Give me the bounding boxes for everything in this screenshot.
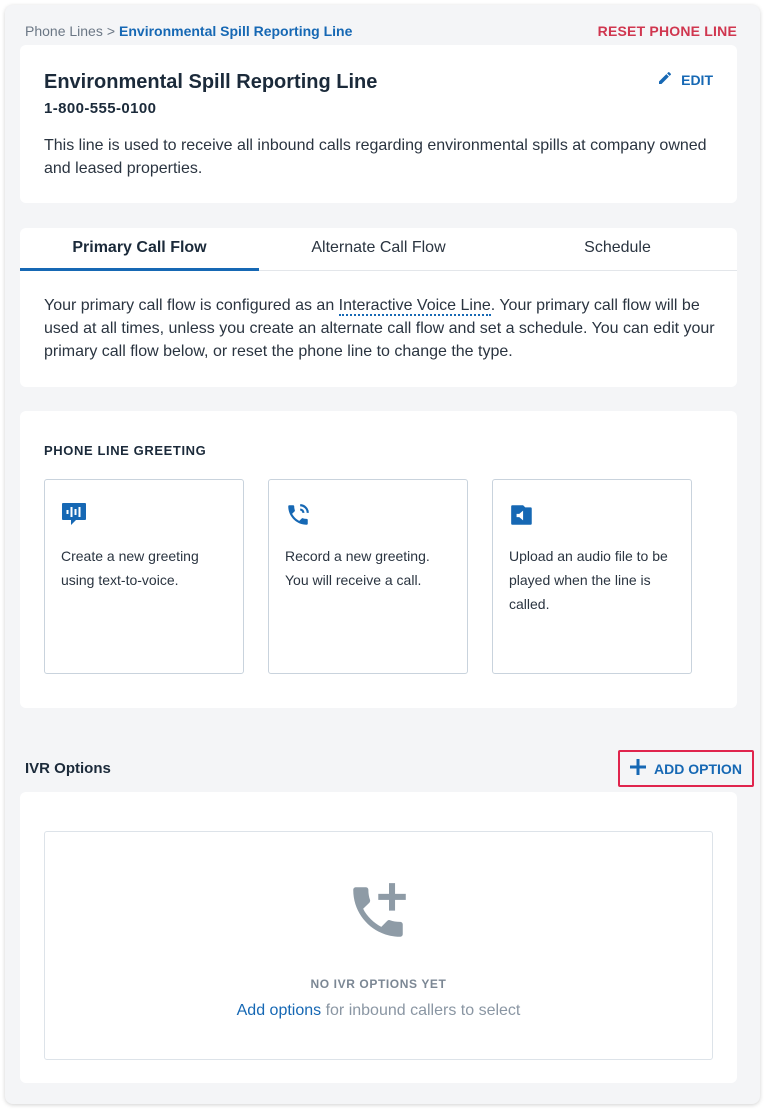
greeting-card: PHONE LINE GREETING Create a new greetin… [20,411,737,708]
interactive-voice-line-link[interactable]: Interactive Voice Line [338,297,491,316]
phone-number: 1-800-555-0100 [44,100,157,117]
phone-line-info-card: Environmental Spill Reporting Line 1-800… [20,45,737,203]
flow-desc-before: Your primary call flow is configured as … [44,297,339,314]
audio-file-icon [509,502,535,533]
ivr-section-label: IVR Options [25,760,111,777]
text-to-voice-icon [61,502,87,533]
ivr-empty-state: NO IVR OPTIONS YET Add options for inbou… [44,831,713,1060]
breadcrumb-current[interactable]: Environmental Spill Reporting Line [119,23,352,39]
empty-state-subtitle: Add options for inbound callers to selec… [45,1002,712,1020]
record-greeting-option[interactable]: Record a new greeting. You will receive … [268,479,468,674]
ivr-options-card: NO IVR OPTIONS YET Add options for inbou… [20,792,737,1083]
add-option-button[interactable]: ADD OPTION [618,750,754,787]
edit-button[interactable]: EDIT [657,70,713,89]
page-title: Environmental Spill Reporting Line [44,71,378,93]
tab-alternate-call-flow[interactable]: Alternate Call Flow [259,228,498,270]
plus-icon [630,759,647,778]
add-options-link[interactable]: Add options [237,1002,322,1019]
pencil-icon [657,70,673,89]
text-to-voice-option[interactable]: Create a new greeting using text-to-voic… [44,479,244,674]
breadcrumb-root[interactable]: Phone Lines [25,23,103,39]
phone-call-icon [285,502,311,533]
upload-audio-option[interactable]: Upload an audio file to be played when t… [492,479,692,674]
add-option-label: ADD OPTION [654,760,742,777]
add-call-icon [345,879,411,950]
reset-phone-line-button[interactable]: RESET PHONE LINE [598,23,737,39]
empty-state-title: NO IVR OPTIONS YET [310,977,447,991]
page-container: Phone Lines > Environmental Spill Reportin… [5,5,760,1104]
option-description: Create a new greeting using text-to-voic… [61,548,199,588]
empty-state-rest: for inbound callers to select [321,1002,521,1019]
edit-label: EDIT [681,71,713,88]
line-description: This line is used to receive all inbound… [44,137,707,177]
tab-primary-call-flow[interactable]: Primary Call Flow [20,228,259,271]
tab-schedule[interactable]: Schedule [498,228,737,270]
breadcrumb-separator: > [106,23,116,39]
greeting-section-label: PHONE LINE GREETING [44,443,207,458]
call-flow-tabs: Primary Call Flow Alternate Call Flow Sc… [20,228,737,271]
call-flow-description: Your primary call flow is configured as … [44,294,724,363]
call-flow-card: Primary Call Flow Alternate Call Flow Sc… [20,228,737,387]
option-description: Upload an audio file to be played when t… [509,548,668,612]
breadcrumb: Phone Lines > Environmental Spill Reportin… [25,23,352,39]
option-description: Record a new greeting. You will receive … [285,548,430,588]
